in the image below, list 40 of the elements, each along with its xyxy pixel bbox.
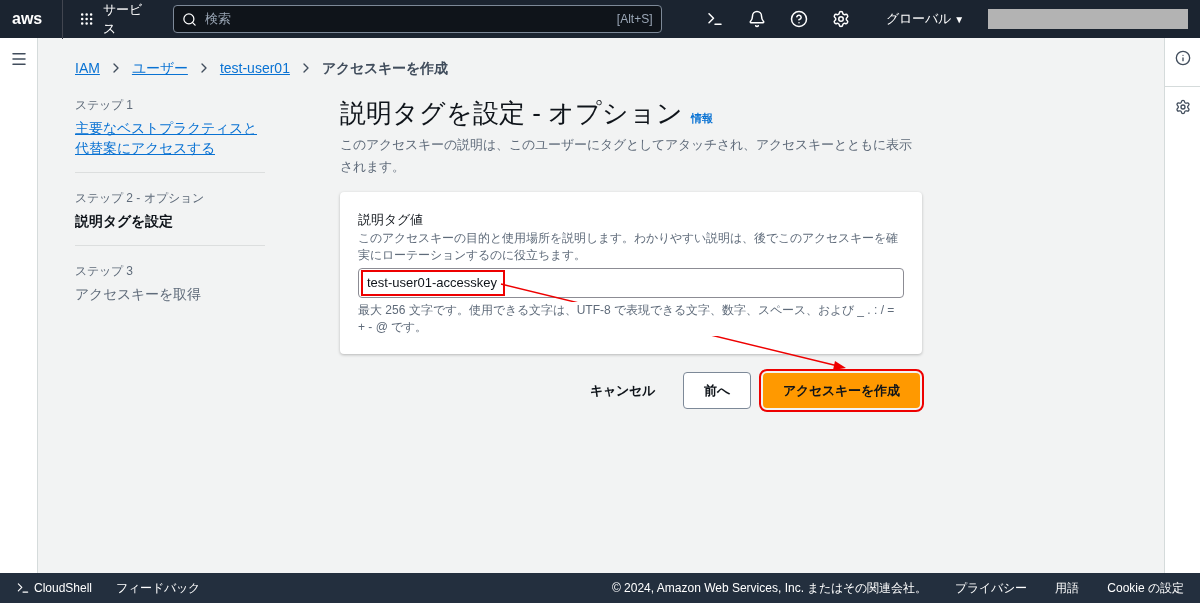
breadcrumb-link[interactable]: ユーザー [131, 57, 188, 79]
cancel-button[interactable]: キャンセル [574, 372, 671, 408]
settings-icon[interactable] [831, 10, 850, 28]
region-selector[interactable]: グローバル ▼ [885, 9, 965, 29]
menu-icon[interactable] [9, 50, 28, 68]
footer-link[interactable]: プライバシー [955, 579, 1028, 597]
breadcrumb-link[interactable]: test-user01 [219, 57, 290, 79]
footer-link[interactable]: Cookie の設定 [1107, 579, 1184, 597]
search-field[interactable]: 検索 [Alt+S] [172, 5, 662, 33]
aws-logo[interactable]: aws [12, 7, 51, 31]
back-button[interactable]: 前へ [683, 371, 751, 409]
step-label[interactable]: 主要なベストプラクティスと代替案にアクセスする [75, 118, 265, 158]
terminal-icon[interactable] [705, 10, 724, 28]
terminal-icon [16, 581, 30, 595]
page-title: 説明タグを設定 - オプション [340, 97, 684, 130]
grid-icon [79, 11, 95, 27]
services-menu[interactable]: サービス [62, 0, 161, 39]
cloudshell-button[interactable]: CloudShell [16, 579, 93, 597]
field-label: 説明タグ値 [358, 211, 424, 229]
step-label: アクセスキーを取得 [75, 285, 202, 304]
search-input[interactable]: 検索 [204, 9, 609, 29]
help-icon[interactable] [789, 10, 808, 28]
step-number: ステップ 1 [75, 97, 134, 114]
field-hint: このアクセスキーの目的と使用場所を説明します。わかりやすい説明は、後でこのアクセスキーを確実にローテーションするのに役立ちます。 [358, 229, 899, 264]
info-link[interactable]: 情報 [691, 109, 714, 126]
shortcut-hint: [Alt+S] [616, 11, 653, 28]
breadcrumb-current: アクセスキーを作成 [321, 58, 448, 78]
info-icon[interactable] [1174, 50, 1191, 66]
description-tag-field[interactable]: test-user01-accesskey [358, 267, 904, 298]
value-input[interactable]: test-user01-accesskey [363, 271, 503, 294]
step-label: 説明タグを設定 [75, 212, 174, 231]
notification-icon[interactable] [747, 10, 766, 28]
breadcrumb-link[interactable]: IAM [75, 57, 100, 79]
feedback-link[interactable]: フィードバック [116, 579, 201, 597]
step-number: ステップ 2 - オプション [75, 190, 205, 207]
copyright-text: © 2024, Amazon Web Services, Inc. またはその関連会社。 [611, 580, 928, 597]
footer-link[interactable]: 用語 [1055, 579, 1080, 597]
page-description: このアクセスキーの説明は、このユーザーにタグとしてアタッチされ、アクセスキーとともに表示されます。 [340, 136, 913, 176]
step-number: ステップ 3 [75, 263, 134, 280]
search-icon [181, 11, 197, 27]
